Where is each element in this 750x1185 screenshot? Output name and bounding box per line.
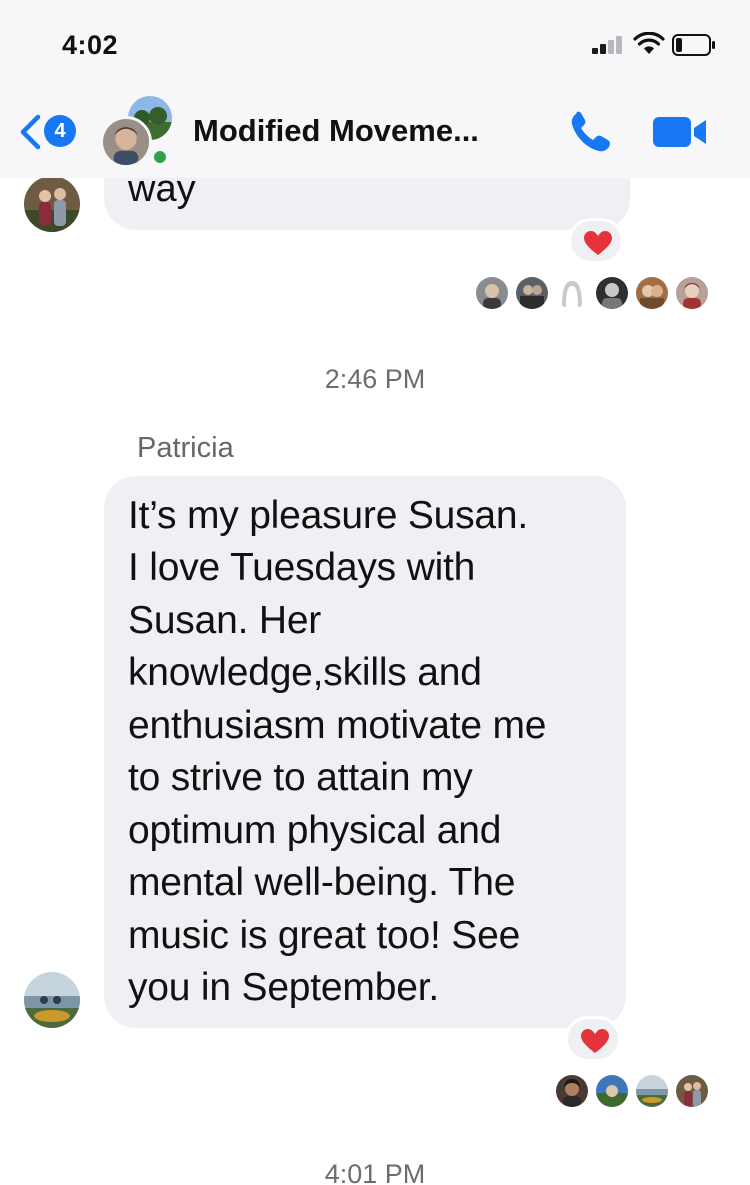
message-text-line: mental well-being. The: [128, 861, 516, 904]
sender-name: Patricia: [137, 432, 234, 464]
read-receipts[interactable]: [476, 277, 712, 311]
red-heart-icon: [584, 231, 612, 255]
group-avatar[interactable]: [100, 96, 174, 168]
reader-avatar: [636, 1075, 668, 1107]
status-time: 4:02: [62, 30, 119, 60]
reader-avatar: [676, 1075, 708, 1107]
message-text-line: you in September.: [128, 966, 439, 1009]
message-timestamp: 4:01 PM: [324, 1159, 426, 1185]
reader-avatar: [596, 1075, 628, 1107]
chat-title[interactable]: Modified Moveme...: [193, 113, 479, 149]
wifi-icon: [633, 32, 665, 54]
message-text-line: music is great too! See: [128, 914, 521, 957]
message-text-line: I love Tuesdays with: [128, 546, 476, 589]
reader-avatar: [476, 277, 508, 309]
unread-count-badge: 4: [44, 115, 76, 147]
group-member-photo: [100, 116, 152, 168]
reader-avatar: [556, 1075, 588, 1107]
message-timestamp: 2:46 PM: [324, 364, 426, 394]
video-camera-icon: [653, 117, 706, 147]
message-bubble[interactable]: It’s my pleasure Susan. I love Tuesdays …: [104, 476, 626, 1028]
online-status-dot: [151, 148, 169, 166]
reader-avatar: [556, 277, 588, 309]
reader-avatar: [596, 277, 628, 309]
reader-avatar: [636, 277, 668, 309]
message-text-line: Susan. Her: [128, 599, 322, 642]
sender-avatar[interactable]: [24, 972, 80, 1028]
phone-icon: [571, 111, 610, 152]
cellular-signal-icon: [592, 36, 626, 54]
message-text-line: It’s my pleasure Susan.: [128, 494, 529, 537]
message-text-line: knowledge,skills and: [128, 651, 482, 694]
message-text-line: enthusiasm motivate me: [128, 704, 547, 747]
back-button[interactable]: 4: [18, 112, 80, 152]
message-text-line: optimum physical and: [128, 809, 502, 852]
reader-avatar: [676, 277, 708, 309]
sender-avatar[interactable]: [24, 176, 80, 232]
audio-call-button[interactable]: [566, 108, 616, 156]
reader-avatar: [516, 277, 548, 309]
battery-icon: [672, 34, 715, 56]
video-call-button[interactable]: [652, 114, 708, 150]
red-heart-icon: [581, 1029, 609, 1053]
reaction-badge[interactable]: [565, 1016, 621, 1062]
message-text-line: to strive to attain my: [128, 756, 473, 799]
conversation-header: 4:02 4 Modified Moveme...: [0, 0, 750, 178]
back-chevron-icon: [20, 114, 41, 150]
reaction-badge[interactable]: [568, 218, 624, 264]
read-receipts[interactable]: [556, 1075, 712, 1109]
